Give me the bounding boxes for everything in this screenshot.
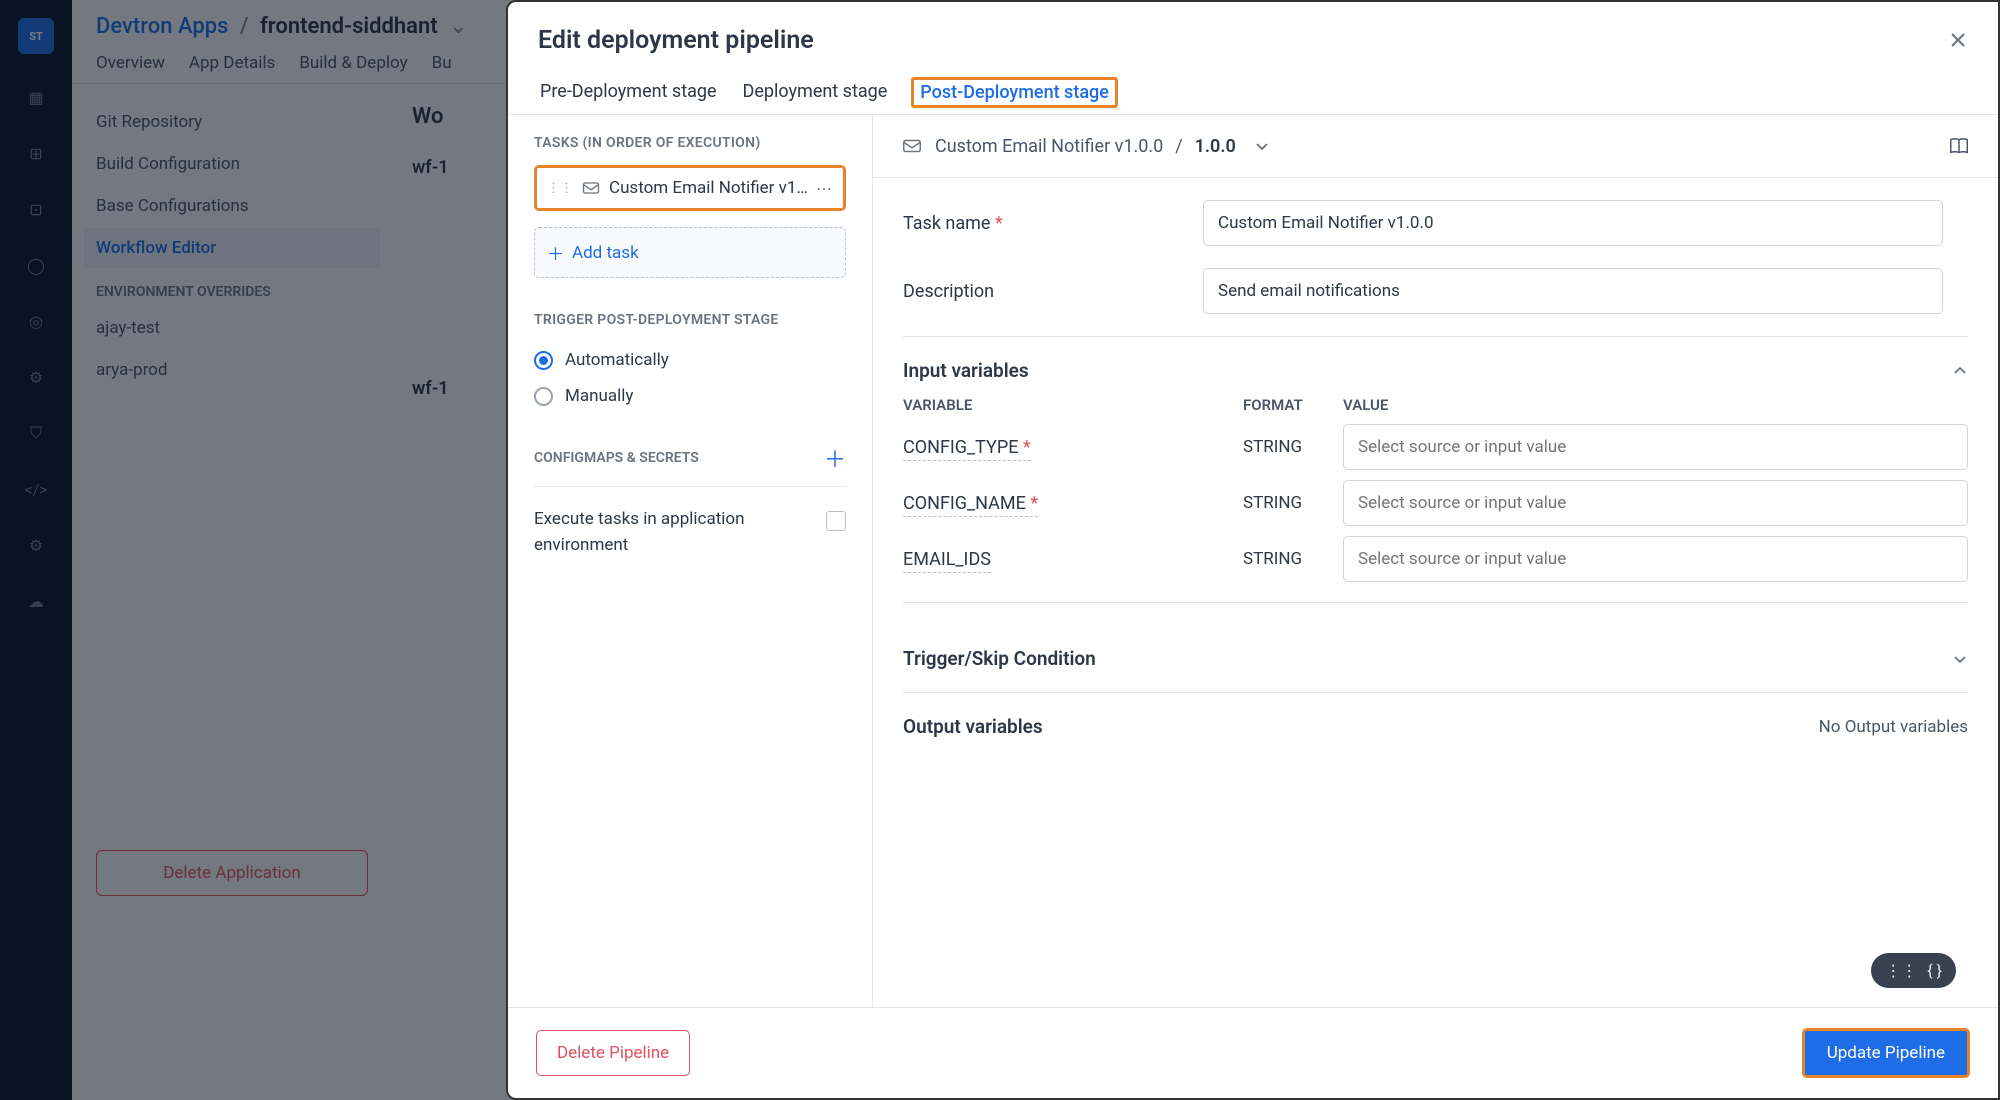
braces-icon: { } bbox=[1927, 961, 1942, 980]
trigger-manual-option[interactable]: Manually bbox=[534, 386, 846, 406]
radio-icon bbox=[534, 387, 553, 406]
radio-checked-icon bbox=[534, 351, 553, 370]
output-vars-header: Output variables bbox=[903, 715, 1043, 738]
var-format: STRING bbox=[1243, 437, 1343, 457]
trigger-auto-option[interactable]: Automatically bbox=[534, 350, 846, 370]
chevron-down-icon[interactable] bbox=[1254, 138, 1270, 154]
var-format: STRING bbox=[1243, 493, 1343, 513]
input-var-row: CONFIG_NAME * STRING bbox=[903, 480, 1968, 526]
modal-title: Edit deployment pipeline bbox=[538, 26, 1968, 55]
delete-pipeline-button[interactable]: Delete Pipeline bbox=[536, 1030, 690, 1076]
trigger-manual-label: Manually bbox=[565, 386, 633, 406]
input-vars-header: Input variables bbox=[903, 359, 1029, 382]
col-format: FORMAT bbox=[1243, 396, 1343, 414]
tab-post-deployment[interactable]: Post-Deployment stage bbox=[911, 77, 1118, 108]
var-value-input[interactable] bbox=[1343, 424, 1968, 470]
edit-pipeline-modal: Edit deployment pipeline Pre-Deployment … bbox=[506, 0, 2000, 1100]
update-pipeline-button[interactable]: Update Pipeline bbox=[1802, 1028, 1970, 1078]
add-configmap-button[interactable]: ＋ bbox=[824, 442, 846, 474]
plus-icon: ＋ bbox=[547, 240, 564, 265]
var-value-input[interactable] bbox=[1343, 536, 1968, 582]
col-variable: VARIABLE bbox=[903, 396, 1243, 414]
var-name: EMAIL_IDS bbox=[903, 549, 991, 573]
task-name-label: Custom Email Notifier v1.… bbox=[609, 178, 808, 198]
tab-deployment[interactable]: Deployment stage bbox=[741, 77, 890, 114]
tab-pre-deployment[interactable]: Pre-Deployment stage bbox=[538, 77, 719, 114]
var-name: CONFIG_NAME * bbox=[903, 493, 1038, 517]
add-task-label: Add task bbox=[572, 243, 639, 263]
trigger-skip-header: Trigger/Skip Condition bbox=[903, 647, 1096, 670]
task-name-input[interactable] bbox=[1203, 200, 1943, 246]
trigger-header: TRIGGER POST-DEPLOYMENT STAGE bbox=[534, 312, 846, 328]
task-crumb-name: Custom Email Notifier v1.0.0 bbox=[935, 136, 1163, 157]
description-input[interactable] bbox=[1203, 268, 1943, 314]
task-card[interactable]: ⋮⋮ Custom Email Notifier v1.… ⋯ bbox=[534, 165, 846, 211]
var-value-input[interactable] bbox=[1343, 480, 1968, 526]
task-name-field-label: Task name * bbox=[903, 213, 1203, 234]
tasks-header: TASKS (IN ORDER OF EXECUTION) bbox=[534, 135, 846, 151]
input-var-row: CONFIG_TYPE * STRING bbox=[903, 424, 1968, 470]
chevron-down-icon[interactable] bbox=[1952, 651, 1968, 667]
task-crumb-version[interactable]: 1.0.0 bbox=[1195, 136, 1236, 157]
trigger-auto-label: Automatically bbox=[565, 350, 669, 370]
drag-handle-icon[interactable]: ⋮⋮ bbox=[547, 181, 573, 196]
docs-icon[interactable] bbox=[1948, 135, 1970, 157]
stage-tabs: Pre-Deployment stage Deployment stage Po… bbox=[538, 77, 1968, 114]
no-output-label: No Output variables bbox=[1819, 717, 1968, 737]
more-icon[interactable]: ⋯ bbox=[816, 179, 833, 198]
col-value: VALUE bbox=[1343, 396, 1968, 414]
chevron-up-icon[interactable] bbox=[1952, 363, 1968, 379]
close-icon[interactable] bbox=[1948, 30, 1968, 50]
add-task-button[interactable]: ＋ Add task bbox=[534, 227, 846, 278]
exec-env-label: Execute tasks in application environment bbox=[534, 507, 812, 558]
exec-env-checkbox[interactable] bbox=[826, 511, 846, 531]
var-format: STRING bbox=[1243, 549, 1343, 569]
email-icon bbox=[901, 135, 923, 157]
description-field-label: Description bbox=[903, 281, 1203, 302]
input-var-row: EMAIL_IDS STRING bbox=[903, 536, 1968, 582]
task-breadcrumb: Custom Email Notifier v1.0.0 / 1.0.0 bbox=[873, 115, 1998, 177]
email-icon bbox=[581, 178, 601, 198]
configmaps-header: CONFIGMAPS & SECRETS bbox=[534, 450, 699, 466]
floating-widget[interactable]: ⋮⋮ { } bbox=[1871, 953, 1956, 988]
drag-handle-icon: ⋮⋮ bbox=[1885, 961, 1917, 980]
var-name: CONFIG_TYPE * bbox=[903, 437, 1031, 461]
